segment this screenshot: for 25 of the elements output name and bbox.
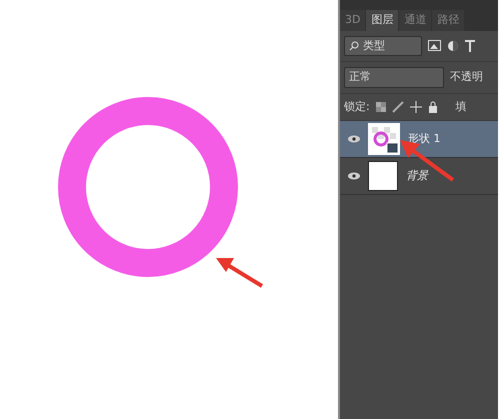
- filter-dropdown[interactable]: 类型: [344, 36, 422, 56]
- search-icon[interactable]: [349, 40, 359, 51]
- panel-tab[interactable]: 3D: [340, 10, 366, 30]
- blend-mode-dropdown[interactable]: 正常: [344, 67, 444, 88]
- panel-tab[interactable]: 路径: [432, 10, 464, 30]
- arrow-annotation: [216, 258, 264, 288]
- eye-icon[interactable]: [348, 135, 360, 143]
- circle-icon[interactable]: [447, 40, 459, 52]
- layer-name: 背景: [406, 168, 428, 184]
- panel-tab[interactable]: 通道: [399, 10, 432, 30]
- lock-icon[interactable]: [428, 100, 438, 113]
- move-icon[interactable]: [410, 100, 422, 113]
- text-icon[interactable]: [465, 40, 475, 52]
- image-icon[interactable]: [428, 40, 441, 52]
- filter-value: 类型: [363, 38, 385, 54]
- opacity-label: 不透明: [450, 69, 483, 85]
- shape-thumbnail[interactable]: [368, 123, 400, 155]
- lock-label: 锁定:: [344, 98, 370, 114]
- brush-icon[interactable]: [392, 100, 404, 113]
- eye-icon[interactable]: [348, 172, 360, 180]
- panel-tab[interactable]: 图层: [366, 10, 398, 30]
- layer-row[interactable]: 背景: [340, 158, 498, 195]
- fill-label: 填: [456, 98, 467, 114]
- checker-icon[interactable]: [376, 102, 386, 112]
- background-thumbnail[interactable]: [368, 161, 398, 191]
